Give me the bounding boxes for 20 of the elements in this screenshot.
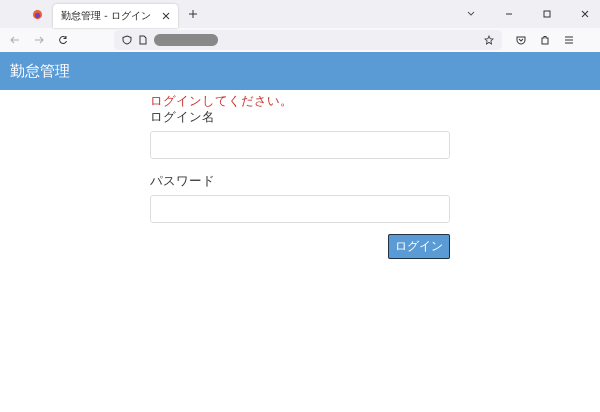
puzzle-piece-icon[interactable] xyxy=(540,35,550,45)
shield-icon xyxy=(122,35,132,45)
pocket-icon[interactable] xyxy=(516,35,526,45)
field-label: ログイン名 xyxy=(150,109,216,125)
input-field[interactable] xyxy=(150,195,450,223)
input-field[interactable] xyxy=(150,131,450,159)
new-tab-icon[interactable] xyxy=(188,9,198,19)
close-icon[interactable] xyxy=(580,9,590,19)
redaction-mark xyxy=(154,34,218,46)
page-icon xyxy=(138,35,148,45)
app-title: 勤怠管理 xyxy=(10,62,70,80)
reload-icon[interactable] xyxy=(58,35,68,45)
browser-logo-icon xyxy=(32,8,43,20)
field-label: パスワード xyxy=(150,173,216,189)
star-icon[interactable] xyxy=(484,35,494,45)
browser-tab[interactable]: 勤怠管理 - ログイン xyxy=(53,4,178,28)
error-message: ログインしてください。 xyxy=(150,93,294,109)
close-icon[interactable] xyxy=(162,12,170,20)
menu-icon[interactable] xyxy=(564,35,574,45)
maximize-icon[interactable] xyxy=(542,9,552,19)
